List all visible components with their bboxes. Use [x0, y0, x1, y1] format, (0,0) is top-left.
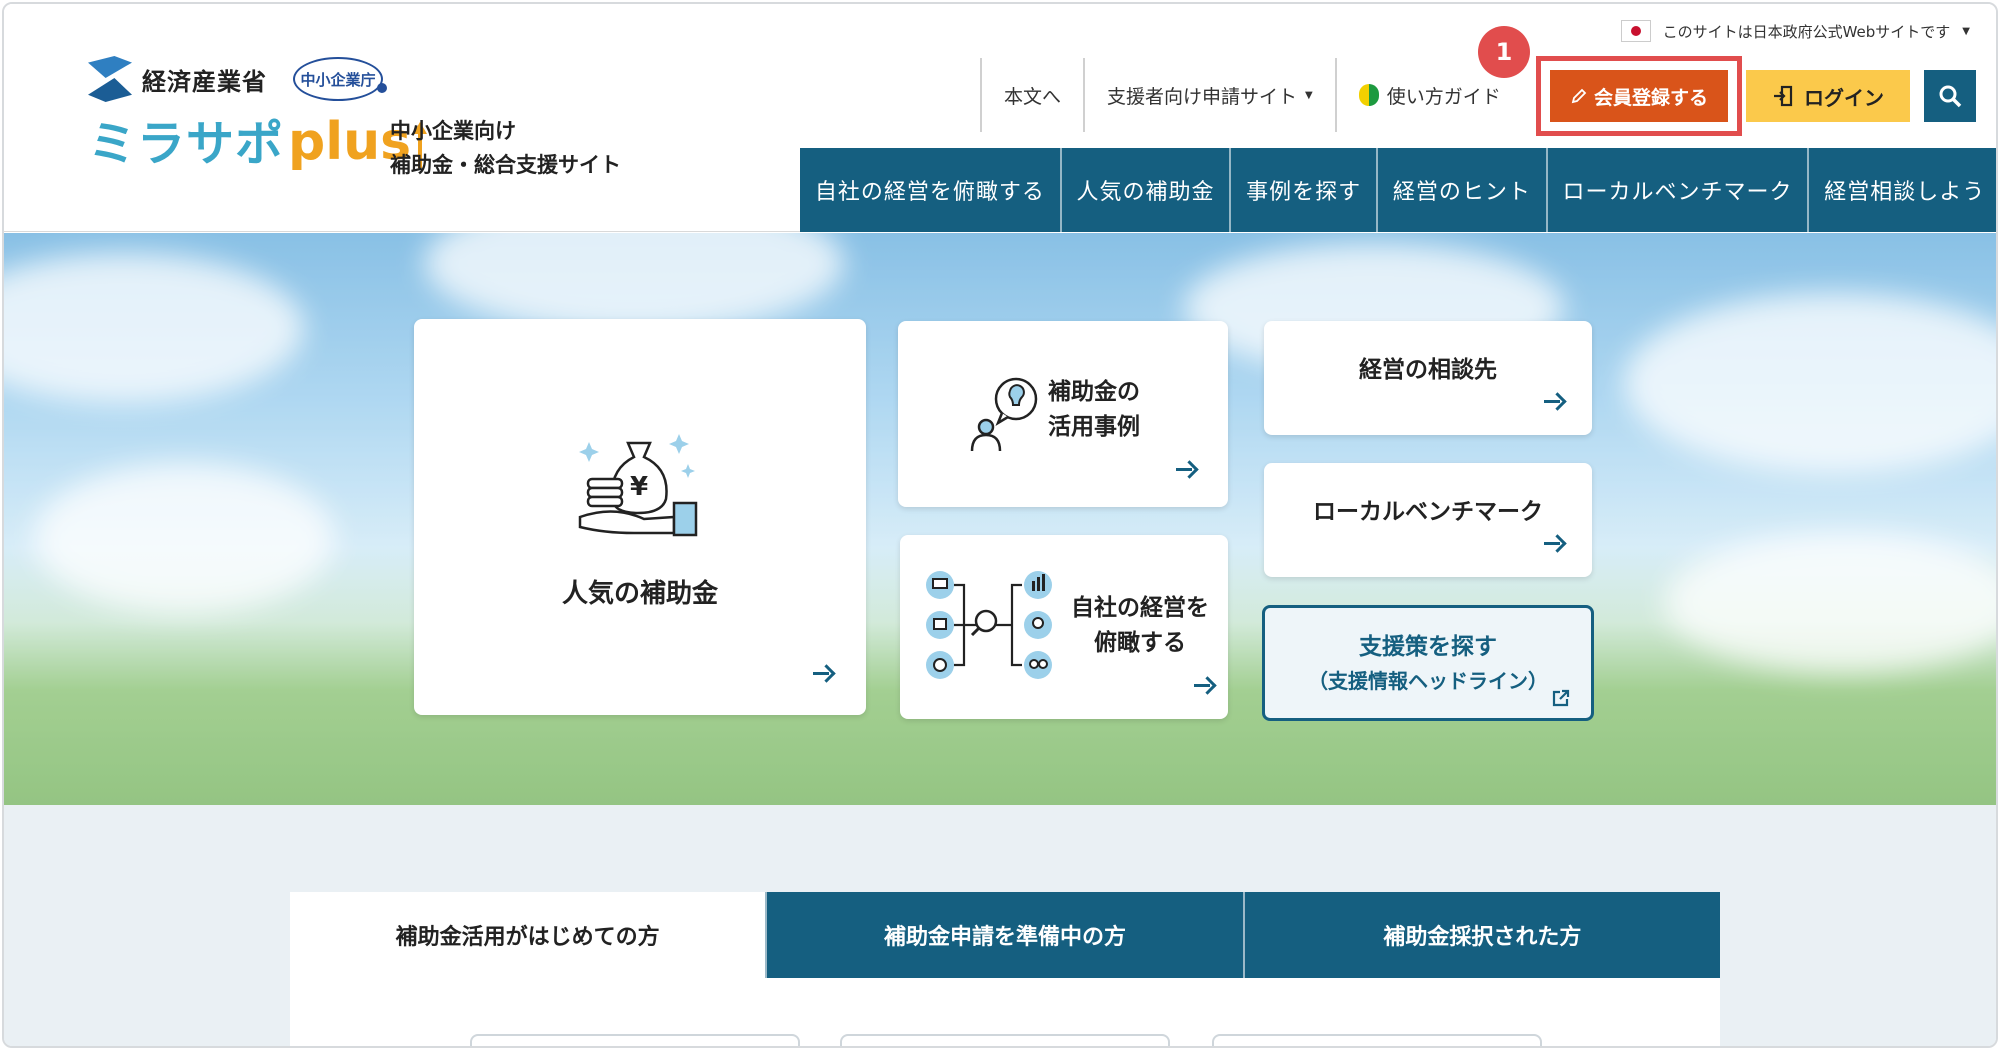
meti-mark-icon — [88, 56, 132, 102]
mirasapo-plus-logo[interactable]: ミラサポ plus — [88, 116, 428, 172]
nav-cases[interactable]: 事例を探す — [1229, 148, 1376, 232]
popular-subsidy-title: 人気の補助金 — [561, 579, 718, 609]
supporter-site-dropdown[interactable]: 支援者向け申請サイト ▼ — [1083, 58, 1335, 132]
support-headline-card[interactable]: 支援策を探す （支援情報ヘッドライン） — [1262, 605, 1594, 721]
tab-adopted[interactable]: 補助金採択された方 — [1242, 892, 1720, 978]
tab-content-card[interactable] — [1212, 1034, 1542, 1046]
login-door-icon — [1774, 85, 1793, 107]
nav-local-benchmark[interactable]: ローカルベンチマーク — [1545, 148, 1808, 232]
meti-name: 経済産業省 — [142, 66, 267, 96]
money-bag-icon: ¥ — [578, 434, 698, 537]
support-headline-line2: （支援情報ヘッドライン） — [1308, 669, 1548, 693]
consultation-title: 経営の相談先 — [1359, 357, 1497, 383]
tab-content-card[interactable] — [470, 1034, 800, 1046]
arrow-right-icon — [1194, 675, 1216, 695]
register-label: 会員登録する — [1593, 86, 1708, 109]
idea-person-icon — [970, 377, 1038, 451]
gov-notice-text: このサイトは日本政府公式Webサイトです — [1662, 22, 1951, 41]
utility-nav: 本文へ 支援者向け申請サイト ▼ 使い方ガイド — [980, 58, 1523, 132]
login-label: ログイン — [1804, 85, 1884, 110]
tagline-line2: 補助金・総合支援サイト — [390, 153, 621, 177]
skip-to-content-link[interactable]: 本文へ — [980, 58, 1083, 132]
subsidy-cases-line1: 補助金の — [1048, 379, 1140, 405]
consultation-card[interactable]: 経営の相談先 — [1264, 321, 1592, 435]
business-overview-line1: 自社の経営を — [1071, 595, 1209, 621]
hero-banner: ¥ 人気の補助金 補助金の 活用事例 自社の経営を 俯瞰する 経営の相談先 ロー… — [4, 233, 1996, 805]
browser-frame: このサイトは日本政府公式Webサイトです ▼ 経済産業省 中小企業庁 ミラサポ … — [2, 2, 1998, 1048]
japan-flag-icon — [1620, 20, 1651, 42]
gov-site-notice[interactable]: このサイトは日本政府公式Webサイトです ▼ — [1620, 20, 1970, 42]
main-nav: 自社の経営を俯瞰する 人気の補助金 事例を探す 経営のヒント ローカルベンチマー… — [800, 148, 1996, 232]
user-stage-tabs: 補助金活用がはじめての方 補助金申請を準備中の方 補助金採択された方 — [290, 892, 1720, 978]
supporter-site-label: 支援者向け申請サイト — [1107, 85, 1298, 108]
arrow-right-icon — [1176, 459, 1198, 479]
arrow-right-icon — [813, 663, 835, 683]
nav-consult[interactable]: 経営相談しよう — [1807, 148, 1996, 232]
search-icon — [1939, 85, 1962, 108]
external-link-icon — [1552, 689, 1570, 707]
popular-subsidy-card[interactable]: ¥ 人気の補助金 — [414, 319, 866, 715]
tagline-line1: 中小企業向け — [390, 119, 516, 143]
login-button[interactable]: ログイン — [1746, 70, 1910, 122]
site-tagline: 中小企業向け 補助金・総合支援サイト — [390, 114, 621, 182]
subsidy-cases-title: 補助金の 活用事例 — [1048, 375, 1140, 445]
brand-katakana: ミラサポ — [88, 116, 285, 172]
local-benchmark-card[interactable]: ローカルベンチマーク — [1264, 463, 1592, 577]
search-button[interactable] — [1924, 70, 1976, 122]
site-header: このサイトは日本政府公式Webサイトです ▼ 経済産業省 中小企業庁 ミラサポ … — [4, 4, 1996, 232]
business-overview-title: 自社の経営を 俯瞰する — [1068, 591, 1212, 661]
nav-overview[interactable]: 自社の経営を俯瞰する — [800, 148, 1060, 232]
overview-diagram-icon — [926, 571, 1052, 679]
subsidy-cases-card[interactable]: 補助金の 活用事例 — [898, 321, 1228, 507]
tab-first-time[interactable]: 補助金活用がはじめての方 — [290, 892, 766, 978]
usage-guide-label: 使い方ガイド — [1386, 85, 1501, 108]
chevron-down-icon: ▼ — [1962, 25, 1970, 37]
skip-to-content-label: 本文へ — [1004, 85, 1062, 108]
step-number-badge: 1 — [1478, 26, 1530, 78]
business-overview-card[interactable]: 自社の経営を 俯瞰する — [900, 535, 1228, 719]
nav-hints[interactable]: 経営のヒント — [1376, 148, 1546, 232]
arrow-right-icon — [1544, 391, 1566, 411]
nav-popular-subsidy[interactable]: 人気の補助金 — [1059, 148, 1230, 232]
pencil-icon — [1571, 88, 1587, 104]
local-benchmark-title: ローカルベンチマーク — [1313, 499, 1543, 525]
register-button[interactable]: 会員登録する — [1550, 70, 1728, 122]
arrow-right-icon — [1544, 533, 1566, 553]
caret-down-icon: ▼ — [1305, 89, 1313, 101]
tab-content-card[interactable] — [840, 1034, 1170, 1046]
beginner-mark-icon — [1358, 84, 1379, 106]
support-headline-line1: 支援策を探す — [1359, 634, 1497, 660]
sme-agency-logo[interactable]: 中小企業庁 — [293, 57, 387, 101]
subsidy-cases-line2: 活用事例 — [1048, 414, 1140, 440]
business-overview-line2: 俯瞰する — [1094, 630, 1186, 656]
meti-logo[interactable]: 経済産業省 中小企業庁 — [88, 56, 387, 102]
tab-preparing[interactable]: 補助金申請を準備中の方 — [765, 892, 1243, 978]
svg-text:¥: ¥ — [630, 472, 648, 502]
